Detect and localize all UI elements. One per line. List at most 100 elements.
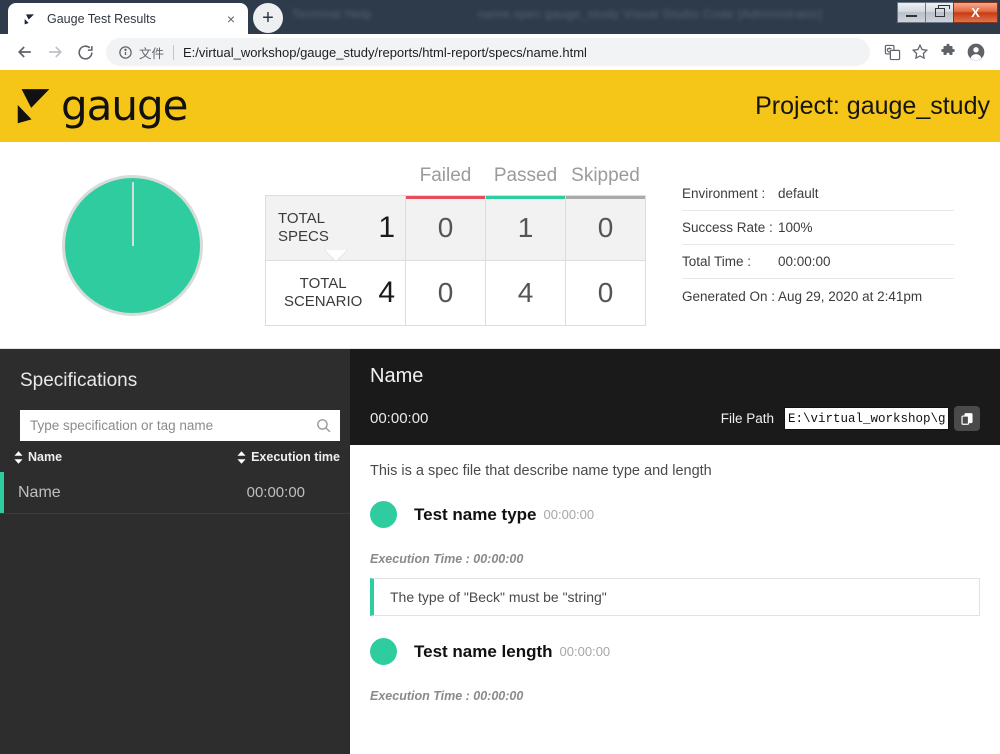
page-info-icon[interactable] (118, 45, 133, 60)
passed-accent-bar (486, 195, 565, 199)
env-row-total-time: Total Time : 00:00:00 (682, 245, 954, 279)
scenario-failed-count: 0 (405, 259, 486, 326)
restore-button[interactable] (925, 2, 954, 23)
env-value-generated-on: Aug 29, 2020 at 2:41pm (778, 288, 923, 304)
new-tab-button[interactable]: + (253, 3, 283, 33)
restore-icon (934, 5, 950, 17)
total-scenario-label-line1: TOTAL (299, 275, 347, 293)
bookmark-star-icon[interactable] (906, 38, 934, 66)
summary-band: Failed Passed Skipped TOTAL SPECS 1 0 1 … (0, 142, 1000, 349)
env-key-environment: Environment : (682, 186, 766, 201)
main-split: Specifications Name (0, 349, 1000, 754)
scenario-skipped-count: 0 (565, 259, 646, 326)
spec-item-time: 00:00:00 (246, 484, 305, 501)
total-specs-label-cell: TOTAL SPECS 1 (265, 194, 406, 262)
column-skipped: Skipped (571, 164, 640, 186)
scenario-item: Test name length 00:00:00 Execution Time… (370, 638, 980, 703)
gauge-favicon (24, 13, 34, 24)
back-button[interactable] (10, 37, 40, 67)
extensions-puzzle-icon[interactable] (934, 38, 962, 66)
list-item[interactable]: Name 00:00:00 (0, 472, 350, 514)
stats-table: Failed Passed Skipped TOTAL SPECS 1 0 1 … (265, 165, 646, 326)
total-scenario-label: TOTAL SCENARIO (278, 275, 368, 310)
pie-passed-slice (65, 177, 200, 313)
spec-detail-pane: Name 00:00:00 File Path E:\virtual_works… (350, 349, 1000, 754)
url-scheme-label: 文件 (139, 46, 165, 61)
forward-button[interactable] (40, 37, 70, 67)
specs-skipped-count: 0 (565, 194, 646, 261)
close-button[interactable]: X (953, 2, 998, 23)
table-row: TOTAL SPECS 1 0 1 0 (265, 194, 646, 262)
spec-detail-header: Name 00:00:00 File Path (350, 349, 1000, 445)
specs-passed-value: 1 (517, 211, 534, 243)
sort-by-name[interactable]: Name (14, 450, 237, 464)
column-label-name: Name (28, 450, 63, 464)
total-scenario-count: 4 (378, 275, 395, 309)
url-text: E:/virtual_workshop/gauge_study/reports/… (183, 44, 587, 60)
scenario-title[interactable]: Test name type (414, 505, 537, 525)
file-path-label: File Path (720, 411, 774, 426)
row-notch (324, 249, 347, 261)
scenario-execution-time: Execution Time : 00:00:00 (370, 689, 524, 703)
environment-info: Environment : default Success Rate : 100… (682, 177, 954, 313)
table-row: TOTAL SCENARIO 4 0 4 0 (265, 259, 646, 326)
gauge-logo: gauge (12, 81, 189, 130)
gauge-brand-header: gauge Project: gauge_study (0, 70, 1000, 142)
total-scenario-label-line2: SCENARIO (283, 292, 363, 310)
translate-icon[interactable] (878, 38, 906, 66)
env-value-total-time: 00:00:00 (778, 254, 831, 269)
gauge-logo-icon (17, 89, 50, 124)
gauge-report-page: gauge Project: gauge_study Failed Passed… (0, 70, 1000, 754)
spec-description: This is a spec file that describe name t… (370, 463, 712, 479)
search-icon (317, 419, 331, 433)
skipped-accent-bar (566, 195, 645, 199)
env-value-environment: default (778, 186, 819, 201)
scenario-time: 00:00:00 (559, 644, 611, 659)
scenario-title[interactable]: Test name length (414, 642, 553, 662)
browser-window: Gauge Test Results × + 文件 E:/virtual_wor… (0, 0, 1000, 754)
stats-corner (266, 165, 406, 196)
specs-skipped-value: 0 (597, 211, 614, 243)
scenario-passed-count: 4 (485, 259, 566, 326)
address-bar[interactable]: 文件 E:/virtual_workshop/gauge_study/repor… (106, 38, 870, 66)
specs-failed-count: 0 (405, 194, 486, 261)
env-value-success-rate: 100% (778, 220, 813, 235)
browser-tab[interactable]: Gauge Test Results × (8, 3, 248, 34)
minimize-button[interactable] (897, 2, 926, 23)
scenario-time: 00:00:00 (543, 507, 595, 522)
browser-toolbar: 文件 E:/virtual_workshop/gauge_study/repor… (0, 34, 1000, 70)
scenario-status-passed-icon (370, 638, 397, 665)
gauge-logo-text: gauge (61, 81, 189, 130)
window-controls[interactable]: X (897, 2, 998, 24)
tab-strip: Gauge Test Results × + (0, 0, 1000, 34)
specifications-sidebar: Specifications Name (0, 349, 350, 754)
env-key-success-rate: Success Rate : (682, 220, 773, 235)
tab-close-icon[interactable]: × (222, 10, 240, 28)
specs-passed-count: 1 (485, 194, 566, 261)
tab-title: Gauge Test Results (47, 11, 156, 26)
sidebar-title: Specifications (20, 370, 138, 391)
sidebar-column-headers: Name Execution time (14, 450, 340, 464)
search-input[interactable] (30, 418, 315, 433)
copy-path-button[interactable] (954, 406, 980, 431)
sort-updown-icon (237, 450, 246, 464)
sort-by-execution-time[interactable]: Execution time (237, 450, 340, 464)
sort-updown-icon (14, 450, 23, 464)
spec-body: This is a spec file that describe name t… (350, 445, 1000, 754)
total-specs-count: 1 (378, 210, 395, 244)
column-label-execution-time: Execution time (251, 450, 340, 464)
omnibox-divider (173, 44, 175, 60)
profile-avatar-icon[interactable] (962, 38, 990, 66)
spec-search-box[interactable] (20, 410, 340, 441)
file-path-input[interactable] (784, 407, 949, 430)
reload-button[interactable] (70, 37, 100, 67)
failed-accent-bar (406, 195, 485, 199)
spec-duration: 00:00:00 (370, 410, 429, 427)
scenario-step[interactable]: The type of "Beck" must be "string" (370, 578, 980, 616)
total-scenario-label-cell: TOTAL SCENARIO 4 (265, 259, 406, 326)
forward-arrow-icon (49, 46, 63, 58)
spec-item-name: Name (18, 483, 61, 501)
minimize-icon (906, 14, 917, 17)
page-title: Name (370, 365, 424, 387)
copy-icon (961, 412, 973, 425)
